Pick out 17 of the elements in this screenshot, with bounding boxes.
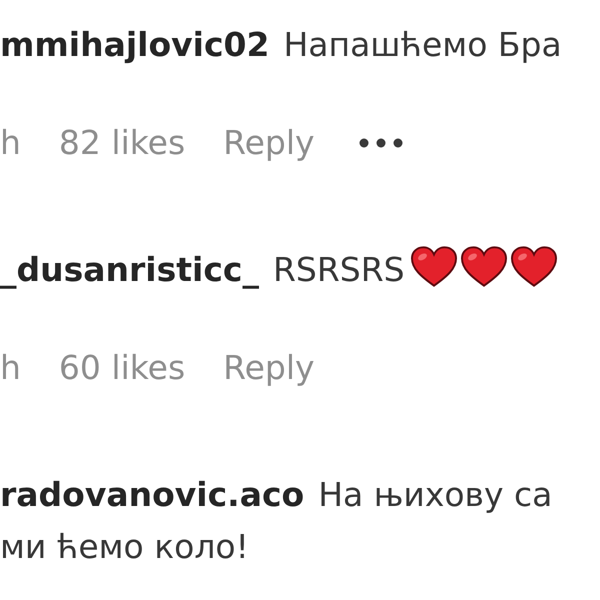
comment-text: RSRSRS — [272, 250, 405, 289]
comment-text: ми ћемо коло! — [0, 526, 249, 568]
timestamp: h — [0, 122, 21, 164]
username-link[interactable]: radovanovic.aco — [0, 475, 304, 514]
timestamp: h — [0, 347, 21, 389]
username-link[interactable]: mmihajlovic02 — [0, 25, 270, 64]
likes-link[interactable]: 82 likes — [58, 119, 186, 167]
heart-icon — [460, 246, 507, 287]
heart-icon — [510, 246, 557, 287]
ellipsis-icon[interactable] — [358, 138, 403, 148]
comment-text: Напашћемо Бра — [283, 25, 562, 64]
reply-button[interactable]: Reply — [223, 344, 315, 392]
likes-link[interactable]: 60 likes — [58, 344, 186, 392]
comment-text: На њихову са — [318, 475, 552, 514]
username-link[interactable]: _dusanristicc_ — [0, 250, 259, 289]
heart-icon — [410, 246, 457, 287]
reply-button[interactable]: Reply — [223, 119, 315, 167]
